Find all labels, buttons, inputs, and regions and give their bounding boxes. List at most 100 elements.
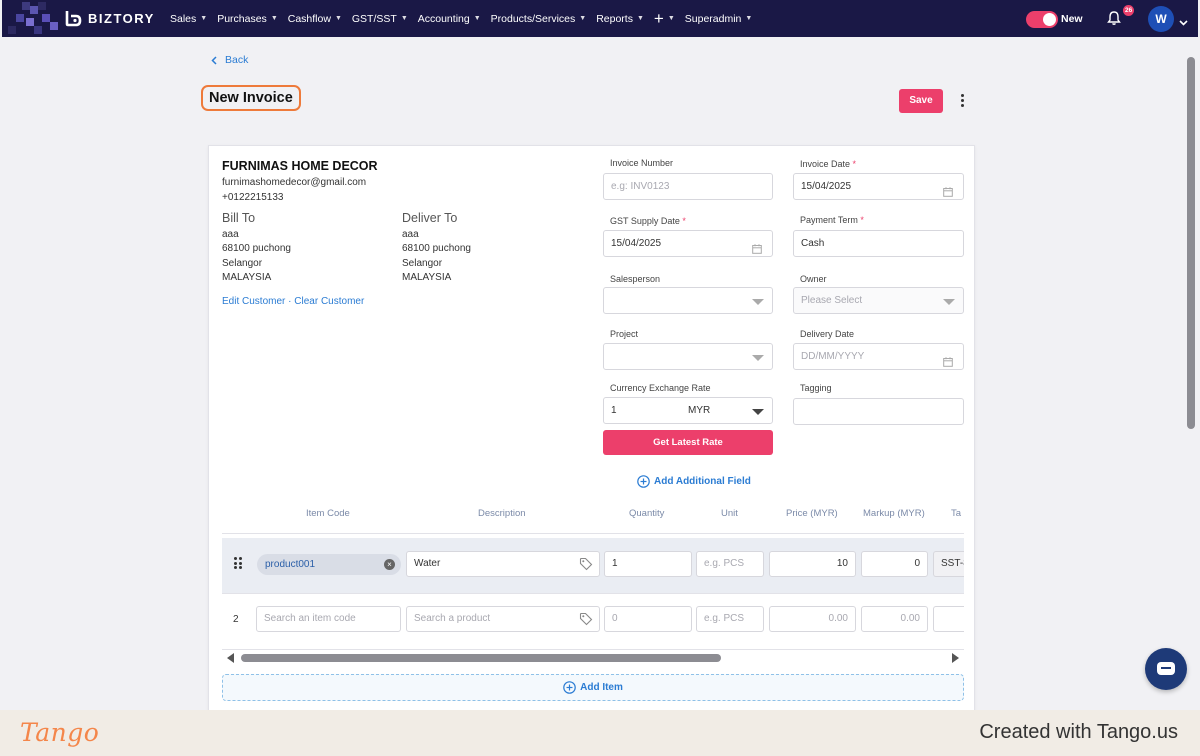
brand-logo[interactable]: BIZTORY (64, 9, 155, 27)
menu-reports-label: Reports (596, 12, 633, 25)
unit-input[interactable]: e.g. PCS (696, 606, 764, 632)
owner-label: Owner (800, 274, 827, 284)
product-search-input[interactable]: Search a product (406, 606, 600, 632)
menu-purchases[interactable]: Purchases ▼ (217, 13, 278, 25)
bill-to-line: 68100 puchong (222, 243, 291, 254)
chat-icon[interactable] (1145, 648, 1187, 690)
menu-products-services-label: Products/Services (490, 12, 576, 25)
notification-count-badge: 26 (1123, 5, 1135, 16)
quantity-input[interactable]: 0 (604, 606, 692, 632)
tagging-label: Tagging (800, 383, 832, 393)
scroll-left-icon[interactable] (227, 653, 234, 663)
delivery-date-input[interactable]: DD/MM/YYYY (793, 343, 964, 370)
bill-to-line: MALAYSIA (222, 272, 272, 283)
user-avatar[interactable]: W (1148, 6, 1174, 32)
unit-input[interactable]: e.g. PCS (696, 551, 764, 577)
gst-supply-date-label-text: GST Supply Date (610, 216, 680, 226)
toggle-knob (1043, 13, 1056, 26)
new-ui-toggle-label: New (1061, 13, 1083, 25)
project-label: Project (610, 329, 639, 339)
add-item-button[interactable]: Add Item (222, 674, 964, 701)
markup-input[interactable]: 0 (861, 551, 928, 577)
deliver-to-heading: Deliver To (402, 211, 458, 225)
description-value: Water (414, 558, 441, 569)
bell-icon[interactable] (1106, 10, 1122, 26)
tagging-input[interactable] (793, 398, 964, 425)
tax-select[interactable]: SST-8 (933, 551, 964, 577)
drag-handle-icon[interactable] (234, 557, 242, 569)
save-button[interactable]: Save (899, 89, 943, 113)
gst-supply-date-input[interactable]: 15/04/2025 (603, 230, 773, 257)
menu-cashflow[interactable]: Cashflow ▼ (288, 13, 342, 25)
column-header-description: Description (478, 508, 526, 519)
price-input[interactable]: 0.00 (769, 606, 856, 632)
currency-exchange-rate-input[interactable]: 1 MYR (603, 397, 773, 424)
calendar-icon (752, 239, 762, 264)
menu-sales[interactable]: Sales ▼ (170, 13, 207, 25)
menu-gst-sst[interactable]: GST/SST ▼ (352, 13, 408, 25)
tag-icon[interactable] (579, 612, 593, 636)
salesperson-select[interactable] (603, 287, 773, 314)
plus-circle-icon (637, 475, 650, 488)
add-additional-field-label: Add Additional Field (654, 476, 751, 487)
new-ui-toggle[interactable] (1026, 11, 1058, 28)
dropdown-caret-icon (752, 355, 764, 361)
table-header-divider (222, 533, 964, 534)
calendar-icon (943, 182, 953, 207)
deliver-to-line: 68100 puchong (402, 243, 471, 254)
tag-icon[interactable] (579, 557, 593, 581)
item-code-search-input[interactable]: Search an item code (256, 606, 401, 632)
column-header-tax: Ta (951, 508, 962, 519)
menu-sales-label: Sales (170, 12, 197, 25)
more-options-icon[interactable] (958, 94, 966, 108)
column-header-price: Price (MYR) (786, 508, 838, 519)
get-latest-rate-button[interactable]: Get Latest Rate (603, 430, 773, 455)
quantity-input[interactable]: 1 (604, 551, 692, 577)
menu-accounting[interactable]: Accounting ▼ (418, 13, 481, 25)
clear-customer-link[interactable]: Clear Customer (294, 296, 364, 307)
horizontal-scrollbar[interactable] (222, 650, 964, 664)
chevron-down-icon: ▼ (745, 15, 753, 22)
main-menu: Sales ▼ Purchases ▼ Cashflow ▼ GST/SST ▼ Acc… (170, 0, 762, 37)
invoice-date-input[interactable]: 15/04/2025 (793, 173, 964, 200)
chevron-down-icon: ▼ (270, 15, 278, 22)
menu-superadmin[interactable]: Superadmin ▼ (685, 13, 753, 25)
scroll-right-icon[interactable] (952, 653, 959, 663)
menu-quick-add[interactable]: + ▼ (654, 10, 675, 27)
required-marker: * (860, 215, 864, 225)
delivery-date-placeholder: DD/MM/YYYY (801, 351, 865, 362)
back-link[interactable]: Back (211, 54, 248, 66)
scrollbar-thumb[interactable] (241, 654, 721, 662)
payment-term-input[interactable]: Cash (793, 230, 964, 257)
chevron-down-icon: ▼ (334, 15, 342, 22)
tax-select[interactable] (933, 606, 964, 632)
dropdown-caret-icon (752, 299, 764, 305)
tango-logo: Tango (20, 718, 100, 747)
chevron-down-icon[interactable] (1179, 14, 1188, 26)
item-code-chip[interactable]: product001 × (257, 554, 401, 575)
dropdown-caret-icon[interactable] (752, 409, 764, 415)
row-divider (222, 593, 964, 594)
owner-select[interactable]: Please Select (793, 287, 964, 314)
clear-icon[interactable]: × (384, 559, 395, 570)
project-select[interactable] (603, 343, 773, 370)
menu-products-services[interactable]: Products/Services ▼ (491, 13, 587, 25)
price-input[interactable]: 10 (769, 551, 856, 577)
vertical-scrollbar[interactable] (1187, 57, 1195, 429)
invoice-date-label-text: Invoice Date (800, 159, 851, 169)
add-additional-field-button[interactable]: Add Additional Field (637, 475, 751, 488)
description-input[interactable]: Water (406, 551, 600, 577)
customer-links: Edit Customer · Clear Customer (222, 296, 364, 307)
menu-cashflow-label: Cashflow (287, 12, 331, 25)
invoice-number-input[interactable]: e.g: INV0123 (603, 173, 773, 200)
menu-reports[interactable]: Reports ▼ (596, 13, 644, 25)
chevron-down-icon: ▼ (667, 15, 675, 22)
biztory-logo-icon (64, 9, 82, 27)
currency-select-value[interactable]: MYR (688, 398, 710, 423)
markup-input[interactable]: 0.00 (861, 606, 928, 632)
plus-icon: + (653, 9, 664, 28)
add-item-label: Add Item (580, 682, 623, 693)
edit-customer-link[interactable]: Edit Customer (222, 296, 285, 307)
delivery-date-label: Delivery Date (800, 329, 855, 339)
menu-superadmin-label: Superadmin (684, 12, 742, 25)
